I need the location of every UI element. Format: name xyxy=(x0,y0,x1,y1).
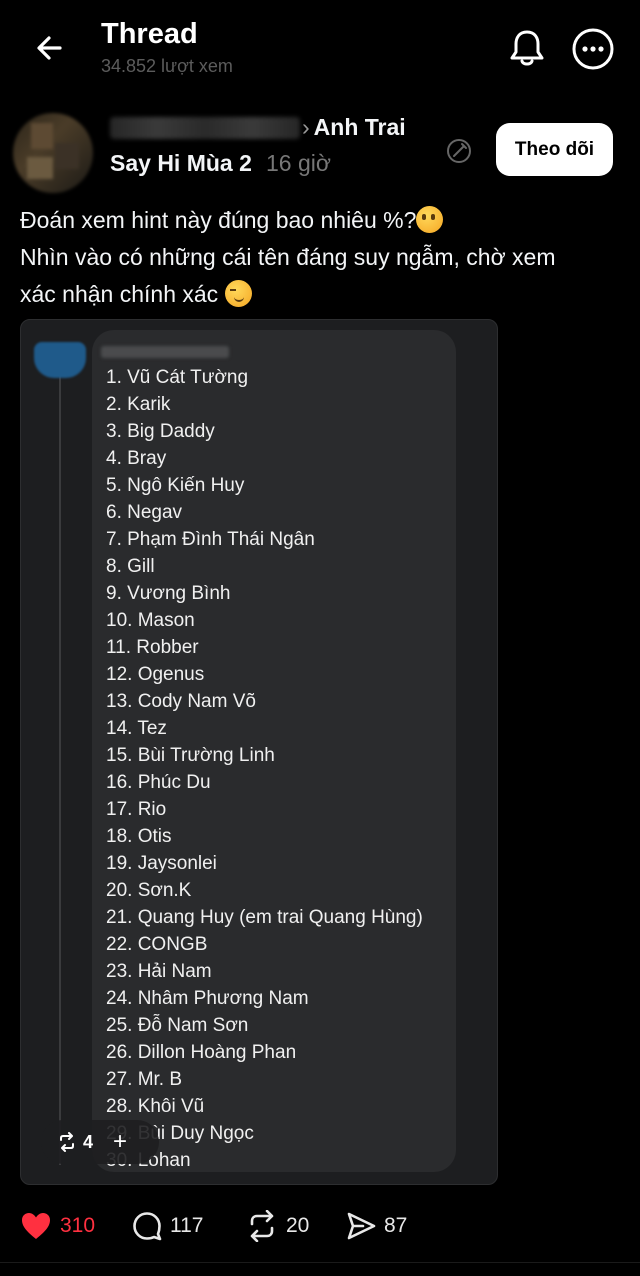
community-label-line1: Anh Trai xyxy=(313,114,406,140)
view-count: 34.852 lượt xem xyxy=(101,56,233,76)
more-options-icon[interactable] xyxy=(570,26,616,72)
image-name-item: 2. Karik xyxy=(106,394,171,415)
top-bar: Thread 34.852 lượt xem xyxy=(0,0,640,100)
image-name-item: 21. Quang Huy (em trai Quang Hùng) xyxy=(106,907,423,928)
image-name-item: 28. Khôi Vũ xyxy=(106,1096,205,1117)
image-name-item: 25. Đỗ Nam Sơn xyxy=(106,1015,249,1036)
image-name-item: 23. Hải Nam xyxy=(106,961,212,982)
share-button[interactable]: 87 xyxy=(346,1206,407,1246)
image-name-item: 1. Vũ Cát Tường xyxy=(106,367,249,388)
image-name-item: 11. Robber xyxy=(106,637,199,658)
image-name-item: 13. Cody Nam Võ xyxy=(106,691,256,712)
send-icon xyxy=(347,1212,376,1240)
chevron-right-icon: › xyxy=(302,114,310,140)
like-count: 310 xyxy=(60,1214,96,1237)
image-thread-line xyxy=(59,375,61,1165)
image-name-item: 24. Nhâm Phương Nam xyxy=(106,988,309,1009)
image-name-item: 8. Gill xyxy=(106,556,155,577)
post-text: Đoán xem hint này đúng bao nhiêu %? Nhìn… xyxy=(20,202,620,313)
community-name[interactable]: › Anh Trai xyxy=(302,114,406,141)
image-name-item: 6. Negav xyxy=(106,502,183,523)
repost-count: 20 xyxy=(286,1214,310,1237)
back-arrow-icon[interactable] xyxy=(30,28,70,68)
comment-count: 117 xyxy=(170,1214,204,1237)
image-name-item: 7. Phạm Đình Thái Ngân xyxy=(106,529,315,550)
image-name-item: 5. Ngô Kiến Huy xyxy=(106,475,245,496)
image-name-item: 18. Otis xyxy=(106,826,172,847)
image-name-item: 14. Tez xyxy=(106,718,167,739)
image-name-item: 12. Ogenus xyxy=(106,664,205,685)
author-name-blurred[interactable] xyxy=(110,117,300,139)
comment-icon xyxy=(133,1212,162,1241)
image-repost-badge[interactable]: 4 + xyxy=(41,1120,159,1164)
comment-button[interactable]: 117 xyxy=(132,1206,203,1246)
post-image[interactable]: 1. Vũ Cát Tường 2. Karik 3. Big Daddy 4. Br… xyxy=(20,319,498,1185)
image-name-item: 20. Sơn.K xyxy=(106,880,192,901)
post-text-line1: Đoán xem hint này đúng bao nhiêu %? xyxy=(20,207,417,233)
image-name-item: 9. Vương Bình xyxy=(106,583,231,604)
image-name-item: 4. Bray xyxy=(106,448,167,469)
post-text-line2: Nhìn vào có những cái tên đáng suy ngẫm,… xyxy=(20,244,556,270)
image-name-item: 15. Bùi Trường Linh xyxy=(106,745,275,766)
plus-icon[interactable]: + xyxy=(113,1128,127,1156)
like-button[interactable]: 310 xyxy=(20,1206,95,1246)
winking-face-icon xyxy=(224,280,252,308)
divider xyxy=(0,1262,640,1263)
share-count: 87 xyxy=(384,1214,408,1237)
image-name-item: 10. Mason xyxy=(106,610,195,631)
image-name-item: 19. Jaysonlei xyxy=(106,853,217,874)
thinking-face-icon xyxy=(416,206,444,234)
heart-icon xyxy=(22,1213,50,1239)
repost-icon xyxy=(250,1210,274,1242)
repost-icon xyxy=(60,1132,74,1152)
image-name-item: 3. Big Daddy xyxy=(106,421,215,442)
community-label-line2[interactable]: Say Hi Mùa 2 xyxy=(110,150,252,177)
image-name-item: 27. Mr. B xyxy=(106,1069,183,1090)
image-name-blurred xyxy=(101,346,229,358)
image-name-item: 17. Rio xyxy=(106,799,167,820)
post-actions: 310 117 20 87 xyxy=(20,1206,620,1246)
follow-button[interactable]: Theo dõi xyxy=(496,123,613,176)
image-name-item: 16. Phúc Du xyxy=(106,772,211,793)
image-repost-count: 4 xyxy=(83,1131,94,1152)
image-name-list: 1. Vũ Cát Tường 2. Karik 3. Big Daddy 4. Br… xyxy=(106,364,423,1174)
post-time: 16 giờ xyxy=(266,150,331,176)
bell-icon[interactable] xyxy=(505,26,549,70)
page-title: Thread xyxy=(101,18,198,50)
post-text-line3: xác nhận chính xác xyxy=(20,281,219,307)
author-avatar[interactable] xyxy=(13,113,93,193)
image-name-item: 22. CONGB xyxy=(106,934,208,955)
repost-button[interactable]: 20 xyxy=(246,1206,309,1246)
image-avatar-blurred xyxy=(34,342,86,378)
edit-disabled-icon xyxy=(447,139,471,163)
image-name-item: 26. Dillon Hoàng Phan xyxy=(106,1042,297,1063)
